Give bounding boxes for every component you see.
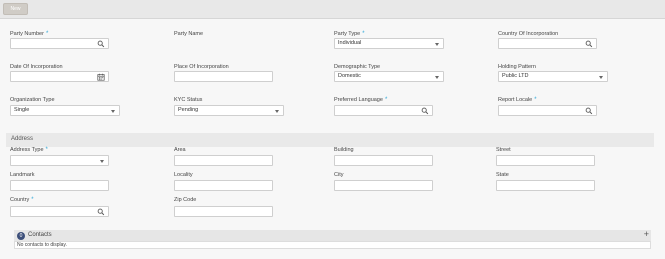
calendar-icon[interactable] (97, 73, 105, 81)
kyc-status-select[interactable]: Pending (174, 105, 284, 116)
area-input[interactable] (174, 155, 273, 166)
address-section-title: Address (11, 136, 34, 142)
contacts-panel: 0 Contacts + No contacts to display. (14, 229, 651, 249)
building-input[interactable] (334, 155, 433, 166)
date-of-incorporation-label: Date Of Incorporation (10, 64, 63, 70)
required-marker: * (45, 31, 49, 37)
search-icon[interactable] (585, 107, 593, 115)
city-label: City (334, 172, 344, 178)
party-name-label: Party Name (174, 31, 204, 37)
holding-pattern-label: Holding Pattern (498, 64, 536, 70)
required-marker: * (384, 97, 388, 103)
toolbar: New (0, 0, 665, 19)
country-input[interactable] (10, 206, 109, 217)
address-section-header: Address (6, 133, 654, 147)
chevron-down-icon (100, 159, 104, 163)
chevron-down-icon (275, 109, 279, 113)
party-type-select[interactable]: Individual (334, 38, 444, 49)
address-type-label: Address Type * (10, 147, 48, 153)
preferred-language-input[interactable] (334, 105, 433, 116)
area-label: Area (174, 147, 186, 153)
locality-input[interactable] (174, 180, 273, 191)
demographic-type-label: Demographic Type (334, 64, 381, 70)
place-of-incorporation-input[interactable] (174, 71, 273, 82)
required-marker: * (45, 147, 48, 153)
required-marker: * (362, 31, 365, 37)
party-type-label: Party Type * (334, 31, 365, 37)
preferred-language-label: Preferred Language * (334, 97, 388, 103)
contacts-title: Contacts (28, 232, 52, 238)
contacts-empty-message: No contacts to display. (17, 242, 67, 248)
locality-label: Locality (174, 172, 193, 178)
search-icon[interactable] (97, 40, 105, 48)
country-of-incorporation-input[interactable] (498, 38, 597, 49)
search-icon[interactable] (421, 107, 429, 115)
report-locale-input[interactable] (498, 105, 597, 116)
city-input[interactable] (334, 180, 433, 191)
country-label: Country * (10, 197, 34, 203)
kyc-status-label: KYC Status (174, 97, 203, 103)
place-of-incorporation-label: Place Of Incorporation (174, 64, 229, 70)
chevron-down-icon (435, 75, 439, 79)
street-label: Street (496, 147, 511, 153)
demographic-type-select[interactable]: Domestic (334, 71, 444, 82)
chevron-down-icon (435, 42, 439, 46)
country-of-incorporation-label: Country Of Incorporation (498, 31, 559, 37)
party-number-label: Party Number * (10, 31, 49, 37)
building-label: Building (334, 147, 354, 153)
contacts-header: 0 Contacts + (14, 229, 651, 241)
organization-type-label: Organization Type (10, 97, 55, 103)
organization-type-select[interactable]: Single (10, 105, 120, 116)
state-input[interactable] (496, 180, 595, 191)
contacts-count-badge: 0 (17, 231, 25, 240)
state-label: State (496, 172, 509, 178)
address-type-select[interactable] (10, 155, 109, 166)
landmark-label: Landmark (10, 172, 35, 178)
chevron-down-icon (599, 75, 603, 79)
search-icon[interactable] (585, 40, 593, 48)
required-marker: * (31, 197, 34, 203)
required-marker: * (534, 97, 537, 103)
holding-pattern-select[interactable]: Public LTD (498, 71, 608, 82)
zip-code-label: Zip Code (174, 197, 197, 203)
contacts-list: No contacts to display. (14, 241, 651, 249)
date-of-incorporation-input[interactable] (10, 71, 109, 82)
add-contact-icon[interactable]: + (644, 229, 649, 239)
zip-code-input[interactable] (174, 206, 273, 217)
party-number-input[interactable] (10, 38, 109, 49)
new-button[interactable]: New (3, 3, 28, 15)
landmark-input[interactable] (10, 180, 109, 191)
street-input[interactable] (496, 155, 595, 166)
report-locale-label: Report Locale * (498, 97, 537, 103)
search-icon[interactable] (97, 208, 105, 216)
chevron-down-icon (111, 109, 115, 113)
